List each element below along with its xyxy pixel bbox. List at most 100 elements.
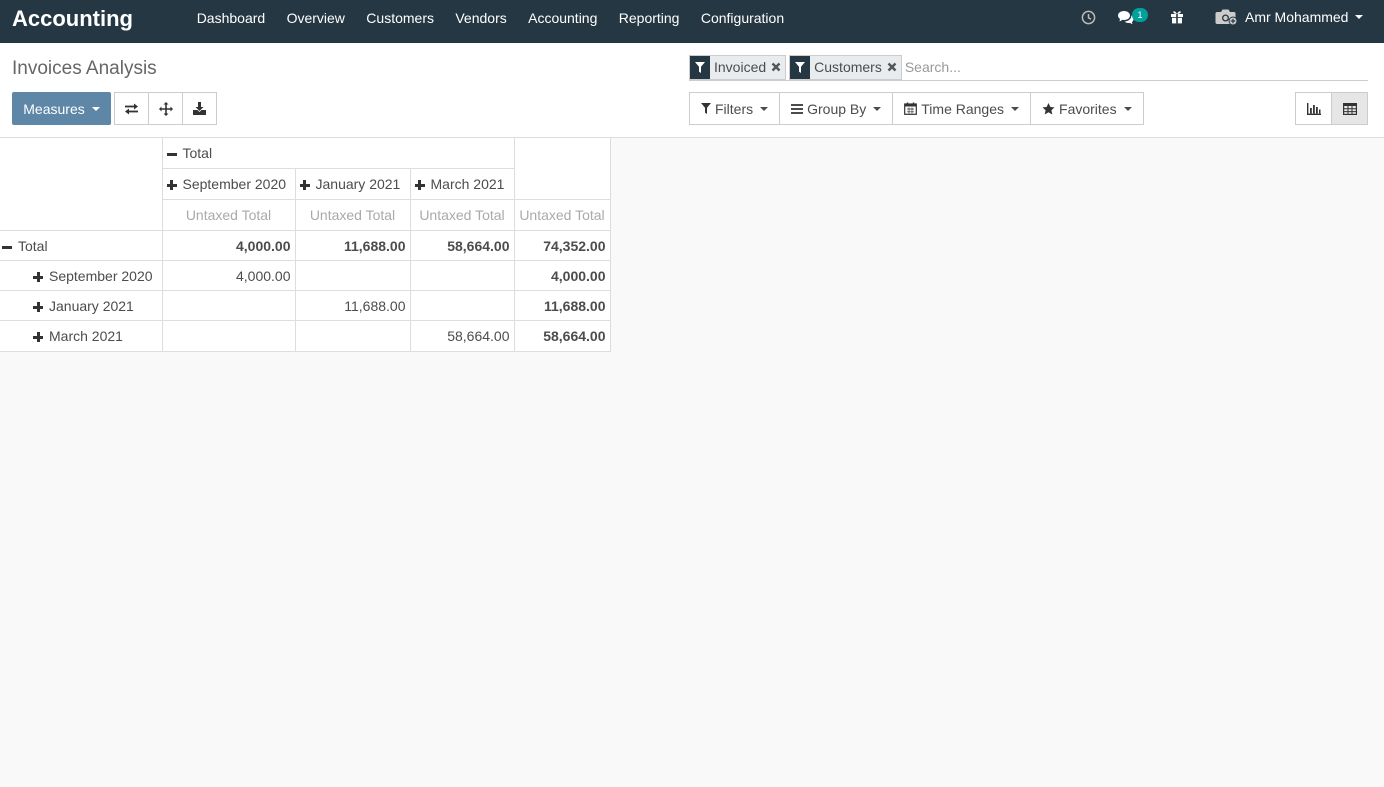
cell-value: 4,000.00 [161, 230, 296, 261]
app-brand[interactable]: Accounting [12, 6, 133, 32]
user-name: Amr Mohammed [1245, 9, 1349, 25]
expand-icon [33, 301, 43, 312]
cell-value [294, 320, 411, 352]
cell-value [409, 260, 515, 291]
row-header-total[interactable]: Total [0, 230, 163, 261]
menu-item-dashboard[interactable]: Dashboard [186, 0, 276, 43]
measure-header[interactable]: Untaxed Total [409, 199, 515, 231]
measure-header[interactable]: Untaxed Total [161, 199, 296, 231]
cell-value: 58,664.00 [409, 230, 515, 261]
menu-item-overview[interactable]: Overview [276, 0, 356, 43]
search-options: Filters Group By Time Ranges Favorites [689, 92, 1144, 125]
facet-label: Customers [814, 58, 882, 75]
favorites-label: Favorites [1059, 100, 1117, 117]
column-header-total[interactable]: Total [161, 137, 515, 169]
row-header-sep2020[interactable]: September 2020 [0, 260, 163, 291]
row-header-label: March 2021 [49, 328, 123, 344]
download-button[interactable] [182, 92, 217, 125]
collapse-icon [2, 242, 12, 252]
activity-clock-icon[interactable] [1081, 10, 1096, 28]
chevron-down-icon [760, 106, 769, 111]
expand-all-button[interactable] [148, 92, 183, 125]
graph-view-button[interactable] [1295, 92, 1332, 125]
facet-label: Invoiced [714, 58, 767, 75]
column-total-spacer [513, 137, 611, 200]
chevron-down-icon [1355, 15, 1364, 19]
close-icon[interactable] [769, 56, 785, 79]
table-row-sep2020: September 2020 4,000.00 4,000.00 [0, 260, 611, 291]
row-header-label: January 2021 [49, 297, 134, 314]
row-header-label: Total [18, 237, 48, 254]
menu-item-customers[interactable]: Customers [356, 0, 445, 43]
pivot-actions [114, 92, 217, 125]
filters-label: Filters [715, 100, 754, 117]
avatar-camera-icon [1215, 8, 1238, 26]
chevron-down-icon [873, 106, 882, 111]
table-icon [1342, 102, 1357, 115]
menu-item-reporting[interactable]: Reporting [608, 0, 690, 43]
cell-value [161, 320, 296, 352]
column-header-jan2021[interactable]: January 2021 [294, 168, 411, 200]
pivot-corner [0, 137, 163, 231]
view-switcher [1295, 92, 1368, 125]
cell-value: 4,000.00 [161, 260, 296, 291]
column-header-label: March 2021 [430, 176, 505, 192]
flip-axis-button[interactable] [114, 92, 149, 125]
row-header-mar2021[interactable]: March 2021 [0, 320, 163, 352]
bars-icon [791, 103, 804, 114]
chevron-down-icon [1011, 106, 1020, 111]
pivot-table: Total September 2020 January 2021 March … [0, 137, 611, 352]
control-panel: Invoices Analysis Invoiced Customers Mea… [0, 43, 1384, 138]
expand-icon [33, 271, 43, 282]
gift-icon[interactable] [1170, 9, 1184, 27]
filter-icon [701, 103, 711, 114]
cell-total: 58,664.00 [513, 320, 611, 352]
main-menu: Dashboard Overview Customers Vendors Acc… [186, 0, 795, 43]
download-icon [193, 102, 206, 115]
measures-label: Measures [23, 100, 85, 117]
bar-chart-icon [1306, 102, 1321, 115]
filters-dropdown[interactable]: Filters [689, 92, 781, 125]
cell-total: 4,000.00 [513, 260, 611, 291]
cell-total: 11,688.00 [513, 290, 611, 321]
column-header-mar2021[interactable]: March 2021 [409, 168, 515, 200]
cell-value: 11,688.00 [294, 290, 411, 321]
measures-button[interactable]: Measures [12, 92, 111, 125]
table-row-mar2021: March 2021 58,664.00 58,664.00 [0, 320, 611, 352]
user-menu[interactable]: Amr Mohammed [1215, 8, 1364, 26]
column-header-sep2020[interactable]: September 2020 [161, 168, 296, 200]
table-row-total: Total 4,000.00 11,688.00 58,664.00 74,35… [0, 230, 611, 261]
calendar-icon [904, 102, 918, 115]
top-navbar: Accounting Dashboard Overview Customers … [0, 0, 1384, 43]
facet-invoiced: Invoiced [689, 54, 787, 80]
measure-header[interactable]: Untaxed Total [513, 199, 611, 231]
time-ranges-label: Time Ranges [921, 100, 1005, 117]
column-header-label: September 2020 [182, 176, 287, 192]
chevron-down-icon [91, 106, 100, 111]
row-header-jan2021[interactable]: January 2021 [0, 290, 163, 321]
arrows-move-icon [158, 101, 173, 116]
expand-icon [414, 180, 425, 191]
chevron-down-icon [1123, 106, 1132, 111]
menu-item-accounting[interactable]: Accounting [517, 0, 608, 43]
column-header-total-label: Total [182, 145, 213, 161]
pivot-view-button[interactable] [1331, 92, 1368, 125]
time-ranges-dropdown[interactable]: Time Ranges [892, 92, 1032, 125]
column-header-label: January 2021 [315, 176, 401, 192]
menu-item-configuration[interactable]: Configuration [690, 0, 795, 43]
cell-value [294, 260, 411, 291]
row-header-label: September 2020 [49, 267, 153, 284]
measure-header[interactable]: Untaxed Total [294, 199, 411, 231]
cell-value: 58,664.00 [409, 320, 515, 352]
exchange-icon [124, 103, 139, 115]
filter-icon [790, 55, 811, 79]
search-input[interactable] [904, 55, 1368, 79]
group-by-dropdown[interactable]: Group By [779, 92, 894, 125]
search-bar: Invoiced Customers [689, 54, 1368, 81]
facet-customers: Customers [789, 54, 902, 80]
favorites-dropdown[interactable]: Favorites [1030, 92, 1144, 125]
menu-item-vendors[interactable]: Vendors [445, 0, 518, 43]
collapse-icon [166, 149, 177, 159]
close-icon[interactable] [885, 56, 901, 79]
messages-badge: 1 [1132, 8, 1148, 22]
